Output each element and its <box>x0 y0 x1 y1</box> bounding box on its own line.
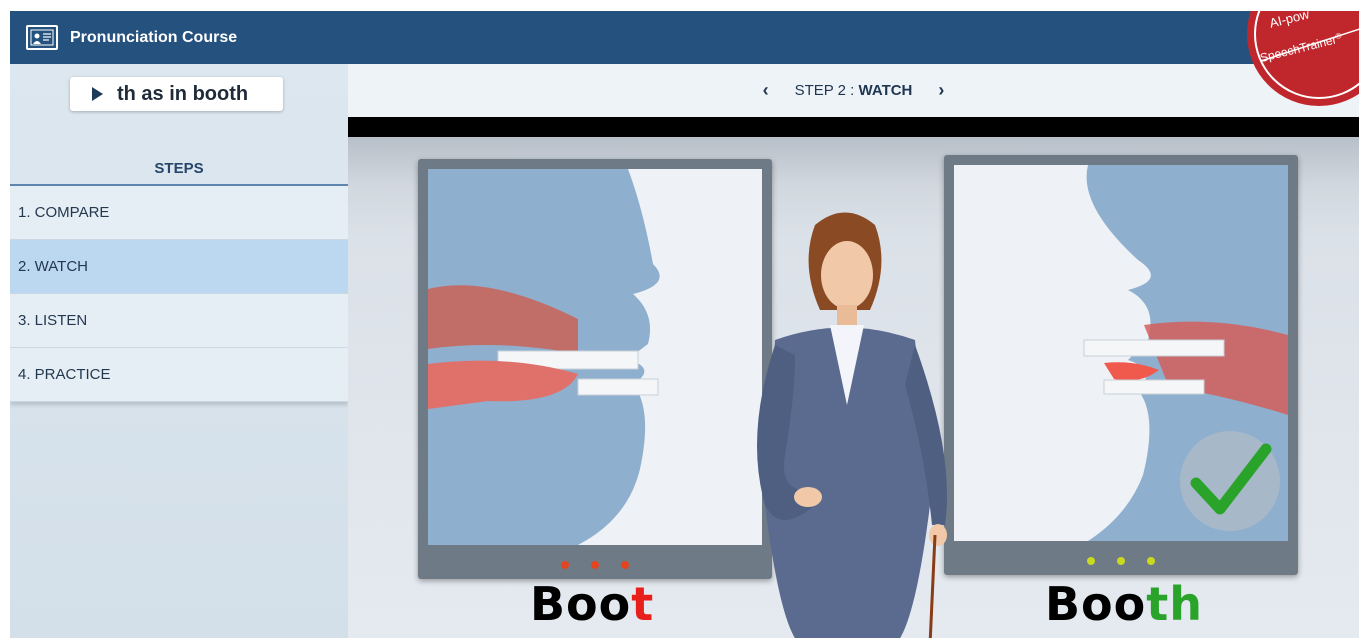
correct-word-ending: th <box>1146 577 1204 631</box>
step-item-compare[interactable]: 1. COMPARE <box>10 186 348 240</box>
wrong-word-caption: Boot <box>530 577 654 631</box>
wrong-word-ending: t <box>631 577 655 631</box>
correct-word-caption: Booth <box>1045 577 1203 631</box>
indicator-dot <box>1147 557 1155 565</box>
step-title-prefix: STEP 2 : <box>794 82 859 99</box>
app-title: Pronunciation Course <box>70 28 238 46</box>
left-monitor <box>418 159 772 579</box>
indicator-dot <box>561 561 569 569</box>
right-monitor-indicators <box>944 557 1298 565</box>
mouth-diagram-boot <box>428 169 762 545</box>
chevron-left-icon[interactable]: ‹ <box>763 80 769 101</box>
step-item-practice[interactable]: 4. PRACTICE <box>10 348 348 402</box>
play-icon <box>92 87 103 101</box>
presenter-figure <box>757 212 947 638</box>
mouth-diagram-booth <box>954 165 1288 541</box>
word-label: th as in booth <box>117 82 249 105</box>
video-scene: Boot Booth <box>348 137 1359 638</box>
left-monitor-indicators <box>418 561 772 569</box>
checkmark-icon <box>1180 431 1280 531</box>
ai-powered-badge: AI-pow SpeechTrainer® <box>1221 11 1359 109</box>
steps-list: 1. COMPARE 2. WATCH 3. LISTEN 4. PRACTIC… <box>10 186 348 402</box>
indicator-dot <box>621 561 629 569</box>
correct-word-stem: Boo <box>1045 577 1147 631</box>
steps-heading: STEPS <box>154 160 204 177</box>
step-item-watch[interactable]: 2. WATCH <box>10 240 348 294</box>
step-title-current: WATCH <box>858 82 913 99</box>
step-navigation: ‹ STEP 2 : WATCH › <box>348 64 1359 117</box>
step-title: STEP 2 : WATCH <box>795 82 913 99</box>
title-bar: Pronunciation Course <box>10 11 1359 64</box>
indicator-dot <box>1087 557 1095 565</box>
right-monitor <box>944 155 1298 575</box>
app-window: Pronunciation Course th as in booth STEP… <box>10 11 1359 638</box>
teacher-board-icon <box>26 25 58 50</box>
sidebar: th as in booth STEPS 1. COMPARE 2. WATCH… <box>10 64 348 638</box>
indicator-dot <box>591 561 599 569</box>
step-item-listen[interactable]: 3. LISTEN <box>10 294 348 348</box>
indicator-dot <box>1117 557 1125 565</box>
play-word-button[interactable]: th as in booth <box>70 77 283 111</box>
main-panel: ‹ STEP 2 : WATCH › Boot Booth <box>348 64 1359 638</box>
chevron-right-icon[interactable]: › <box>938 80 944 101</box>
wrong-word-stem: Boo <box>530 577 632 631</box>
video-player[interactable]: Boot Booth <box>348 117 1359 638</box>
